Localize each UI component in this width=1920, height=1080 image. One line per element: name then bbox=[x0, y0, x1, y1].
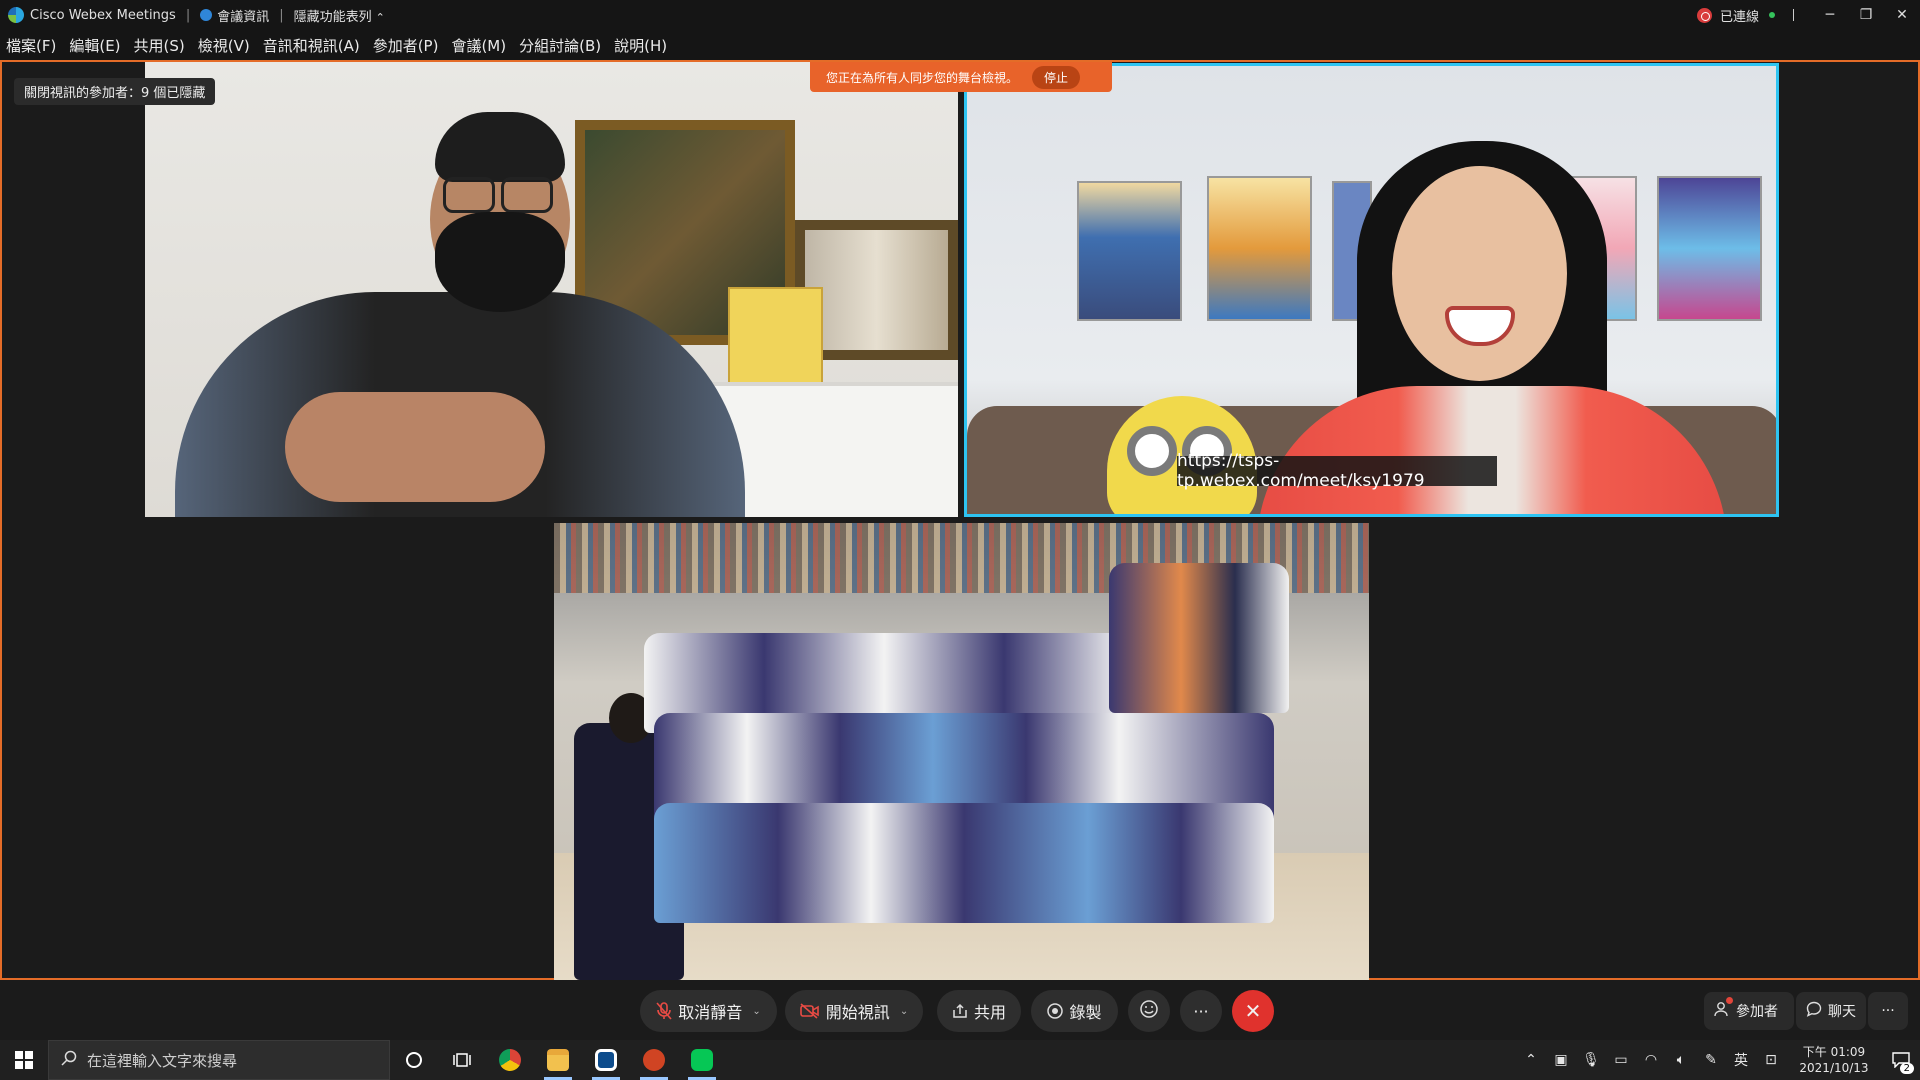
menu-file[interactable]: 檔案(F) bbox=[6, 35, 56, 56]
chat-panel-button[interactable]: 聊天 bbox=[1796, 992, 1866, 1030]
menu-audio-video[interactable]: 音訊和視訊(A) bbox=[263, 35, 360, 56]
menu-view[interactable]: 檢視(V) bbox=[198, 35, 250, 56]
shield-icon bbox=[200, 8, 213, 21]
microphone-muted-icon bbox=[656, 1002, 672, 1020]
sync-banner-text: 您正在為所有人同步您的舞台檢視。 bbox=[826, 70, 1019, 85]
meeting-controls: 取消靜音 ⌄ 開始視訊 ⌄ 共用 錄製 ··· ✕ 參加者 聊天 ··· bbox=[0, 980, 1920, 1040]
ime-indicator[interactable]: 英 bbox=[1726, 1040, 1756, 1080]
sync-stage-banner: 您正在為所有人同步您的舞台檢視。 停止 bbox=[810, 62, 1112, 92]
action-center-button[interactable]: 2 bbox=[1882, 1040, 1920, 1080]
video-tile-3-classroom[interactable] bbox=[554, 523, 1369, 980]
chevron-up-icon: ⌃ bbox=[375, 10, 385, 24]
meeting-url-caption: https://tsps-tp.webex.com/meet/ksy1979 bbox=[1177, 451, 1497, 491]
title-bar: Cisco Webex Meetings | 會議資訊 | 隱藏功能表列 ⌃ 已連… bbox=[0, 0, 1920, 30]
record-icon bbox=[1047, 1003, 1064, 1019]
smiley-icon bbox=[1140, 1000, 1158, 1022]
powerpoint-icon bbox=[643, 1049, 665, 1071]
book-poster-2 bbox=[1207, 176, 1312, 321]
notification-dot-icon bbox=[1726, 997, 1733, 1004]
clock-date: 2021/10/13 bbox=[1799, 1061, 1869, 1075]
titlebar-right: 已連線 ─ ❐ ✕ bbox=[1696, 0, 1920, 30]
start-button[interactable] bbox=[0, 1040, 48, 1080]
taskbar-clock[interactable]: 下午 01:09 2021/10/13 bbox=[1792, 1044, 1876, 1076]
webex-logo-icon bbox=[8, 7, 24, 23]
taskbar-line[interactable] bbox=[678, 1040, 726, 1080]
clock-time: 下午 01:09 bbox=[1802, 1045, 1866, 1059]
notification-count: 2 bbox=[1899, 1063, 1914, 1074]
share-icon bbox=[952, 1003, 968, 1019]
video-tile-1[interactable] bbox=[145, 62, 958, 517]
taskbar-file-explorer[interactable] bbox=[534, 1040, 582, 1080]
reactions-button[interactable] bbox=[1128, 990, 1170, 1032]
menu-share[interactable]: 共用(S) bbox=[134, 35, 185, 56]
menu-edit[interactable]: 編輯(E) bbox=[69, 35, 120, 56]
system-tray: ⌃ ▣ 🎙︎ ▭ ◠ 🔈︎ ✎ 英 ⊡ 下午 01:09 2021/10/13 … bbox=[1516, 1040, 1920, 1080]
face-mask bbox=[435, 212, 565, 312]
folder-icon bbox=[547, 1049, 569, 1071]
battery-icon[interactable]: ▭ bbox=[1606, 1040, 1636, 1080]
task-view-icon bbox=[453, 1053, 471, 1067]
connection-status: 已連線 bbox=[1719, 9, 1759, 25]
windows-logo-icon bbox=[15, 1051, 33, 1069]
participants-panel-button[interactable]: 參加者 bbox=[1704, 992, 1794, 1030]
chrome-icon bbox=[499, 1049, 521, 1071]
line-app-icon bbox=[691, 1049, 713, 1071]
chevron-down-icon[interactable]: ⌄ bbox=[900, 1006, 908, 1017]
book-poster-5 bbox=[1657, 176, 1762, 321]
more-options-button[interactable]: ··· bbox=[1180, 990, 1222, 1032]
task-view-button[interactable] bbox=[438, 1040, 486, 1080]
book-card bbox=[728, 287, 823, 387]
close-icon: ✕ bbox=[1244, 999, 1262, 1023]
leave-meeting-button[interactable]: ✕ bbox=[1232, 990, 1274, 1032]
webex-app-icon bbox=[595, 1049, 617, 1071]
minimize-button[interactable]: ─ bbox=[1812, 0, 1848, 30]
unmute-button[interactable]: 取消靜音 ⌄ bbox=[640, 990, 777, 1032]
meeting-info-button[interactable]: 會議資訊 bbox=[200, 6, 269, 25]
taskbar-search-box[interactable]: 在這裡輸入文字來搜尋 bbox=[48, 1040, 390, 1080]
hide-menu-button[interactable]: 隱藏功能表列 ⌃ bbox=[294, 6, 385, 25]
participant-2-face bbox=[1392, 166, 1567, 381]
menu-help[interactable]: 說明(H) bbox=[614, 35, 667, 56]
menu-participants[interactable]: 參加者(P) bbox=[373, 35, 439, 56]
taskbar-chrome[interactable] bbox=[486, 1040, 534, 1080]
microphone-tray-icon[interactable]: 🎙︎ bbox=[1576, 1040, 1606, 1080]
restore-button[interactable]: ❐ bbox=[1848, 0, 1884, 30]
search-icon bbox=[61, 1050, 77, 1070]
chat-bubble-icon bbox=[1806, 1001, 1822, 1021]
person-icon bbox=[1714, 1001, 1730, 1021]
chevron-down-icon[interactable]: ⌄ bbox=[752, 1006, 760, 1017]
video-off-icon bbox=[799, 1003, 820, 1019]
meeting-stage: 關閉視訊的參加者：9 個已隱藏 您正在為所有人同步您的舞台檢視。 停止 http… bbox=[0, 60, 1920, 980]
cortana-button[interactable] bbox=[390, 1040, 438, 1080]
app-title: Cisco Webex Meetings bbox=[30, 7, 176, 23]
book-poster-1 bbox=[1077, 181, 1182, 321]
menu-breakout[interactable]: 分組討論(B) bbox=[519, 35, 601, 56]
start-video-button[interactable]: 開始視訊 ⌄ bbox=[785, 990, 923, 1032]
cortana-icon bbox=[406, 1052, 422, 1068]
connected-dot-icon bbox=[1769, 12, 1775, 18]
panel-more-button[interactable]: ··· bbox=[1868, 992, 1908, 1030]
teachers-standing bbox=[1109, 563, 1289, 713]
wifi-icon[interactable]: ◠ bbox=[1636, 1040, 1666, 1080]
connection-status-icon bbox=[1696, 7, 1712, 23]
hands bbox=[285, 392, 545, 502]
stop-sync-button[interactable]: 停止 bbox=[1032, 65, 1081, 89]
students-row-front bbox=[654, 803, 1274, 923]
pen-icon[interactable]: ✎ bbox=[1696, 1040, 1726, 1080]
taskbar-webex[interactable] bbox=[582, 1040, 630, 1080]
taskbar-powerpoint[interactable] bbox=[630, 1040, 678, 1080]
webex-window: Cisco Webex Meetings | 會議資訊 | 隱藏功能表列 ⌃ 已連… bbox=[0, 0, 1920, 1080]
menu-bar: 檔案(F) 編輯(E) 共用(S) 檢視(V) 音訊和視訊(A) 參加者(P) … bbox=[0, 30, 1920, 60]
hidden-participants-notice[interactable]: 關閉視訊的參加者：9 個已隱藏 bbox=[14, 78, 216, 105]
video-tile-2-active-speaker[interactable]: https://tsps-tp.webex.com/meet/ksy1979 bbox=[964, 63, 1779, 517]
share-button[interactable]: 共用 bbox=[937, 990, 1021, 1032]
close-window-button[interactable]: ✕ bbox=[1884, 0, 1920, 30]
camera-tray-icon[interactable]: ▣ bbox=[1546, 1040, 1576, 1080]
ime-mode-icon[interactable]: ⊡ bbox=[1756, 1040, 1786, 1080]
windows-taskbar: 在這裡輸入文字來搜尋 ⌃ ▣ 🎙︎ ▭ ◠ 🔈︎ ✎ 英 ⊡ 下午 01:09 … bbox=[0, 1040, 1920, 1080]
record-button[interactable]: 錄製 bbox=[1031, 990, 1118, 1032]
menu-meeting[interactable]: 會議(M) bbox=[451, 35, 506, 56]
tray-chevron-up-icon[interactable]: ⌃ bbox=[1516, 1040, 1546, 1080]
volume-icon[interactable]: 🔈︎ bbox=[1666, 1040, 1696, 1080]
